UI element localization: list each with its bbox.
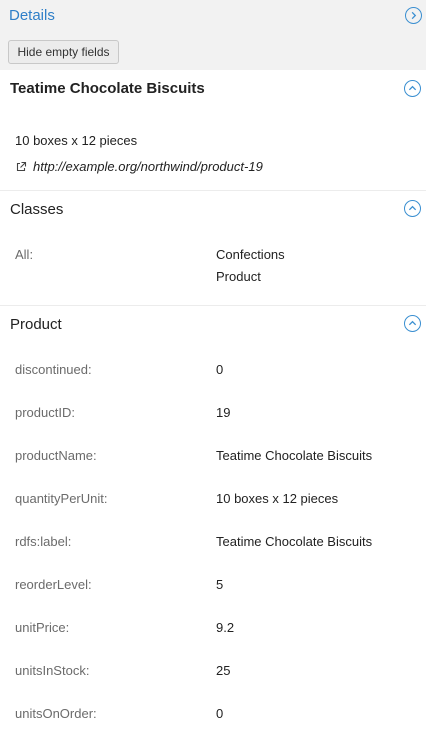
divider <box>0 305 426 306</box>
field-value: 0 <box>216 362 224 377</box>
field-value: 10 boxes x 12 pieces <box>216 491 339 506</box>
field-value: 0 <box>216 706 224 721</box>
field-label: reorderLevel: <box>15 577 92 592</box>
field-label: rdfs:label: <box>15 534 72 549</box>
field-value: 19 <box>216 405 231 420</box>
classes-all-label: All: <box>15 247 34 262</box>
field-label: unitPrice: <box>15 620 70 635</box>
chevron-up-icon <box>408 320 417 326</box>
field-label: productID: <box>15 405 75 420</box>
field-label: discontinued: <box>15 362 92 377</box>
resource-title: Teatime Chocolate Biscuits <box>10 80 205 97</box>
field-value: 9.2 <box>216 620 235 635</box>
field-label: unitsOnOrder: <box>15 706 97 721</box>
resource-subtitle: 10 boxes x 12 pieces <box>15 133 138 148</box>
hide-empty-fields-button[interactable]: Hide empty fields <box>8 40 119 64</box>
field-value: 5 <box>216 577 224 592</box>
field-value: 25 <box>216 663 231 678</box>
field-value: Teatime Chocolate Biscuits <box>216 448 373 463</box>
chevron-up-icon <box>408 85 417 91</box>
resource-uri[interactable]: http://example.org/northwind/product-19 <box>33 159 263 174</box>
external-link-icon <box>16 161 27 171</box>
product-section-title: Product <box>10 316 62 333</box>
field-label: unitsInStock: <box>15 663 90 678</box>
field-label: quantityPerUnit: <box>15 491 108 506</box>
collapse-resource-button[interactable] <box>404 80 421 97</box>
field-label: productName: <box>15 448 97 463</box>
expand-panel-button[interactable] <box>405 7 422 24</box>
field-value: Teatime Chocolate Biscuits <box>216 534 373 549</box>
class-value: Confections <box>216 247 285 262</box>
chevron-right-icon <box>411 11 417 20</box>
details-title: Details <box>9 7 55 24</box>
collapse-product-button[interactable] <box>404 315 421 332</box>
divider <box>0 190 426 191</box>
classes-section-title: Classes <box>10 201 64 218</box>
collapse-classes-button[interactable] <box>404 200 421 217</box>
chevron-up-icon <box>408 205 417 211</box>
class-value: Product <box>216 269 261 284</box>
resource-uri-link[interactable]: http://example.org/northwind/product-19 <box>15 159 263 174</box>
